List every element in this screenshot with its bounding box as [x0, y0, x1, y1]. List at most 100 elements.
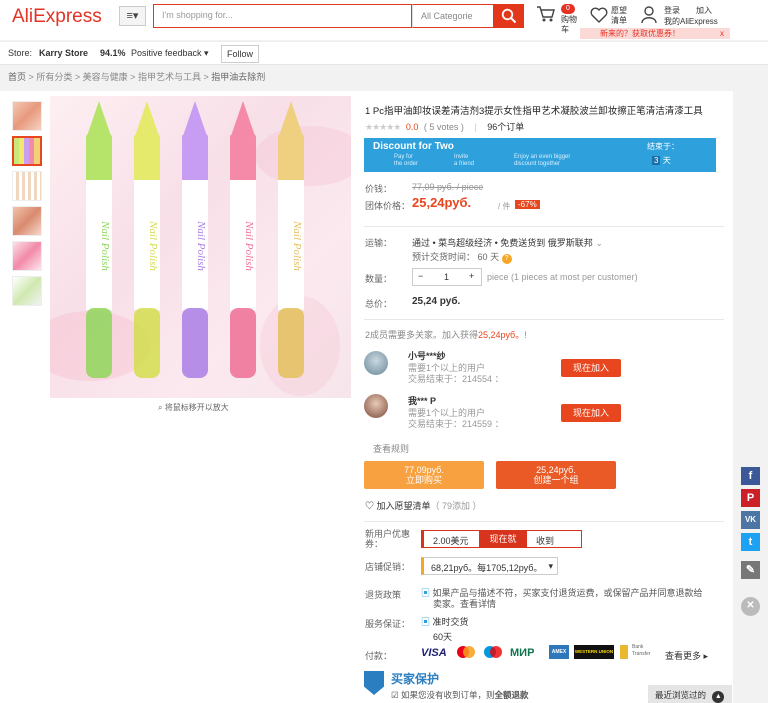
shipping-method[interactable]: 通过 • 菜鸟超级经济 • 免费送货到 俄罗斯联邦 ⌄	[412, 236, 603, 249]
total-price: 25,24 руб.	[412, 296, 461, 307]
close-icon[interactable]: ✕	[741, 597, 760, 616]
buy-alone-button[interactable]: 77,09руб. 立即购买	[364, 461, 484, 489]
buyer-protection-text-part2: 全额退款	[494, 690, 529, 700]
group-member-countdown-time: 214559	[462, 419, 493, 429]
thumbnail-list	[12, 101, 44, 311]
group-member-countdown-label: 交易结束于：	[408, 419, 463, 429]
discount-step-invite-line2: a friend	[454, 161, 475, 167]
feedback-text[interactable]: Positive feedback ▾	[131, 48, 209, 59]
quantity-input[interactable]: 1	[444, 272, 449, 282]
recently-viewed-label: 最近浏览过的	[655, 690, 707, 700]
discount-for-two-banner[interactable]: Discount for Two Pay for the order Invite…	[364, 138, 716, 172]
chevron-up-icon: ▲	[712, 691, 725, 703]
breadcrumb-item[interactable]: 所有分类	[36, 72, 72, 82]
vk-share-icon[interactable]: VK	[741, 511, 760, 529]
view-rules-link[interactable]: 查看规则	[373, 442, 409, 455]
promo-close-icon[interactable]: x	[720, 28, 724, 39]
store-promotion-select[interactable]: 68,21руб。每1705,12руб。 ▾	[421, 557, 558, 575]
group-member-countdown-label: 交易结束于：	[408, 374, 463, 384]
mastercard-icon	[456, 645, 476, 659]
payment-label: 付款：	[365, 651, 393, 661]
twitter-share-icon[interactable]: t	[741, 533, 760, 551]
new-user-coupon-banner[interactable]: 新来的？获取优惠券！ x	[580, 28, 730, 39]
buy-alone-price: 77,09руб.	[404, 465, 444, 475]
quantity-decrease-button[interactable]: −	[418, 271, 423, 281]
breadcrumb-item[interactable]: 首页	[8, 72, 26, 82]
chevron-down-icon: ▾	[548, 561, 553, 571]
add-to-wishlist[interactable]: ♡ 加入愿望清单（ 79添加 ）	[365, 499, 482, 512]
group-needed-text-part1: 2成员需要多关家。加入获得	[365, 330, 479, 340]
check-icon: ☑	[391, 690, 399, 700]
category-select[interactable]: All Categorie	[412, 4, 494, 28]
price-label: 价钱：	[365, 184, 393, 194]
add-to-wishlist-label: 加入愿望清单	[376, 501, 431, 511]
category-select-label: All Categorie	[421, 11, 473, 21]
new-user-coupon-label-line1: 新用户优惠	[365, 529, 411, 539]
thumbnail[interactable]	[12, 101, 42, 131]
thumbnail[interactable]	[12, 171, 42, 201]
return-policy-line2[interactable]: 卖家。查看详情	[433, 599, 496, 609]
guarantee-days: 60天	[433, 632, 453, 642]
avatar	[364, 351, 388, 375]
heart-icon	[590, 7, 608, 23]
pinterest-share-icon[interactable]: P	[741, 489, 760, 507]
search-input[interactable]: I'm shopping for...	[153, 4, 412, 28]
my-aliexpress-link[interactable]: 我的AliExpress	[664, 17, 718, 27]
cart-link[interactable]	[536, 5, 556, 26]
delivery-estimate: 预计交货时间： 60 天 ?	[412, 250, 512, 264]
store-bar: Store: Karry Store 94.1% Positive feedba…	[0, 41, 768, 65]
delivery-estimate-label: 预计交货时间：	[412, 252, 476, 262]
thumbnail[interactable]	[12, 241, 42, 271]
coupon-get-button[interactable]: 现在就	[479, 531, 527, 547]
rating-value: 0.0	[405, 122, 419, 132]
thumbnail[interactable]	[12, 206, 42, 236]
maestro-icon	[483, 645, 503, 659]
store-promotion-text: 68,21руб。每1705,12руб。	[431, 563, 543, 573]
group-member-countdown: 交易结束于：214559 ：	[408, 417, 504, 430]
follow-button[interactable]: Follow	[221, 45, 260, 63]
thumbnail[interactable]	[12, 276, 42, 306]
facebook-share-icon[interactable]: f	[741, 467, 760, 485]
feedback-percent: 94.1%	[100, 48, 126, 58]
breadcrumb-item: 指甲油去除剂	[211, 72, 266, 82]
join-link[interactable]: 加入	[696, 6, 712, 16]
rating-row: ★★★★★ 0.0 ( 5 votes ) | 96个订单	[365, 122, 525, 132]
aliexpress-logo[interactable]: AliExpress	[12, 6, 102, 28]
recently-viewed-tab[interactable]: 最近浏览过的 ▲	[648, 685, 732, 703]
votes-count[interactable]: ( 5 votes )	[424, 122, 464, 132]
wishlist-label[interactable]: 愿望 清单	[611, 6, 627, 26]
breadcrumb-item[interactable]: 美容与健康	[83, 72, 128, 82]
bank-transfer-icon	[620, 645, 628, 659]
breadcrumb-item[interactable]: 指甲艺术与工具	[138, 72, 201, 82]
magnifier-icon: ⌕	[158, 403, 163, 412]
coupon-amount: 2.00美元	[433, 536, 469, 546]
cart-count-badge: 0	[561, 4, 575, 14]
cart-label[interactable]: 购物车	[561, 15, 577, 35]
edit-icon[interactable]: ✎	[741, 561, 760, 579]
account-link[interactable]	[641, 6, 657, 27]
new-user-coupon: 2.00美元 现在就 收到	[421, 530, 582, 548]
wishlist-link[interactable]	[590, 7, 608, 26]
create-group-button[interactable]: 25,24руб. 创建一个组	[496, 461, 616, 489]
join-group-button[interactable]: 现在加入	[561, 404, 621, 422]
delivery-days: 60	[477, 252, 488, 262]
quantity-increase-button[interactable]: +	[469, 271, 474, 281]
store-label: Store:	[8, 48, 33, 58]
search-button[interactable]	[494, 4, 524, 28]
product-main-image[interactable]: Nail Polish Nail Polish Nail Polish Nail Po…	[50, 96, 351, 398]
svg-text:Nail Polish: Nail Polish	[243, 220, 255, 271]
coupon-receive-button[interactable]: 收到	[536, 534, 554, 547]
return-policy-text: ▣ 如果产品与描述不符，买家支付退货运费，或保留产品并同意退款给 卖家。查看详情	[421, 588, 703, 610]
signin-link[interactable]: 登录	[664, 6, 680, 16]
thumbnail-selected[interactable]	[12, 136, 42, 166]
see-more-payments-link[interactable]: 查看更多 ▸	[665, 649, 708, 662]
bank-transfer-label: Bank Transfer	[632, 644, 651, 657]
info-icon[interactable]: ?	[501, 254, 512, 264]
categories-menu-button[interactable]: ≡▾	[119, 6, 146, 26]
divider	[364, 521, 724, 522]
avatar	[364, 394, 388, 418]
store-name[interactable]: Karry Store	[39, 48, 88, 58]
create-group-label: 创建一个组	[533, 475, 579, 485]
group-member-countdown: 交易结束于：214554 ：	[408, 372, 504, 385]
join-group-button[interactable]: 现在加入	[561, 359, 621, 377]
